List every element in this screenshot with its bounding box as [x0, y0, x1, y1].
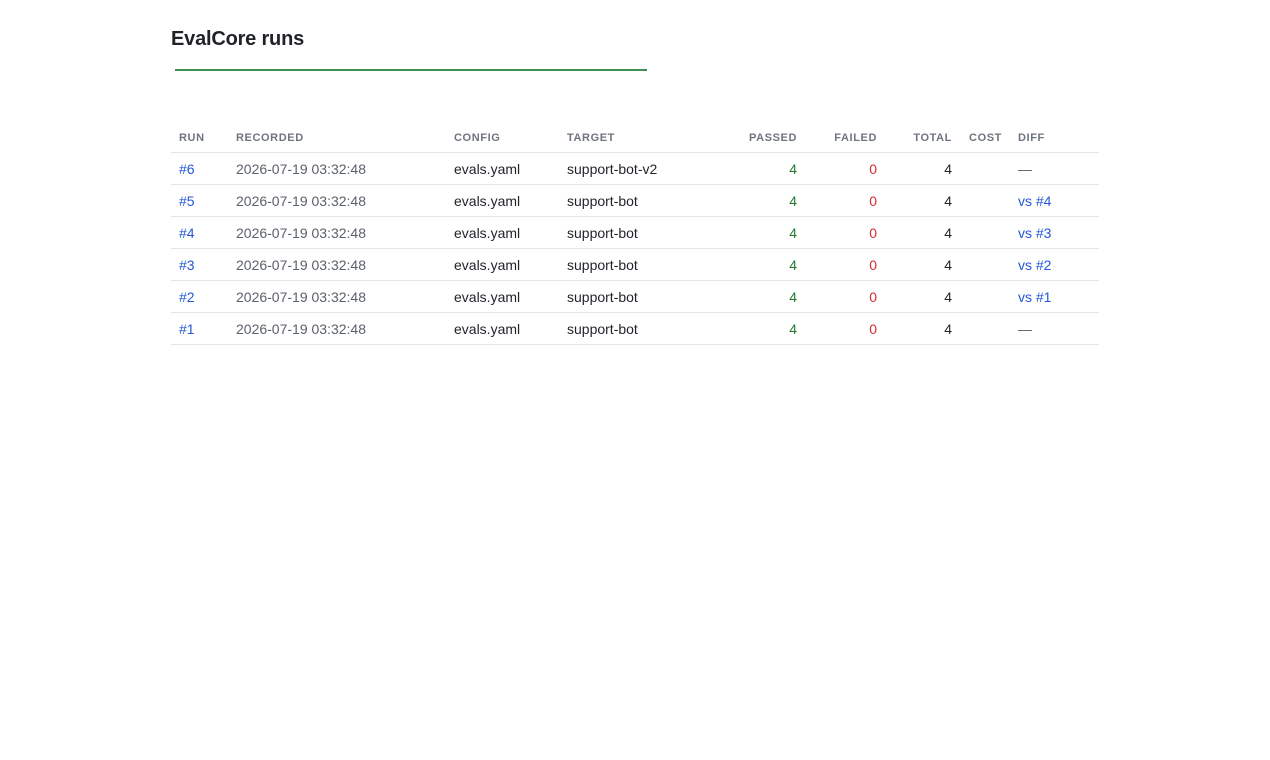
- config-cell: evals.yaml: [446, 152, 559, 185]
- total-cell: 4: [885, 152, 960, 185]
- table-row: #2 2026-07-19 03:32:48 evals.yaml support-b…: [171, 280, 1099, 313]
- total-cell: 4: [885, 184, 960, 217]
- target-cell: support-bot: [559, 216, 729, 249]
- run-link[interactable]: #1: [179, 321, 195, 337]
- failed-cell: 0: [805, 152, 885, 185]
- run-link[interactable]: #4: [179, 225, 195, 241]
- passed-cell: 4: [729, 184, 805, 217]
- total-cell: 4: [885, 248, 960, 281]
- table-row: #6 2026-07-19 03:32:48 evals.yaml support-b…: [171, 152, 1099, 185]
- run-cell: #1: [171, 312, 228, 345]
- table-header-row: RUN RECORDED CONFIG TARGET PASSED FAILED…: [171, 124, 1099, 153]
- column-header-target: TARGET: [559, 124, 729, 153]
- target-cell: support-bot: [559, 248, 729, 281]
- cost-cell: [960, 184, 1010, 217]
- column-header-recorded: RECORDED: [228, 124, 446, 153]
- cost-cell: [960, 216, 1010, 249]
- passed-cell: 4: [729, 152, 805, 185]
- diff-link[interactable]: vs #4: [1018, 193, 1051, 209]
- total-cell: 4: [885, 216, 960, 249]
- column-header-total: TOTAL: [885, 124, 960, 153]
- failed-cell: 0: [805, 312, 885, 345]
- runs-table-body: #6 2026-07-19 03:32:48 evals.yaml support-b…: [171, 152, 1099, 345]
- page-title: EvalCore runs: [171, 28, 305, 50]
- diff-empty: —: [1010, 312, 1099, 345]
- cost-cell: [960, 248, 1010, 281]
- total-cell: 4: [885, 280, 960, 313]
- recorded-cell: 2026-07-19 03:32:48: [228, 152, 446, 185]
- table-row: #3 2026-07-19 03:32:48 evals.yaml support-b…: [171, 248, 1099, 281]
- diff-empty: —: [1010, 152, 1099, 185]
- diff-cell: vs #4: [1010, 184, 1099, 217]
- target-cell: support-bot: [559, 184, 729, 217]
- recorded-cell: 2026-07-19 03:32:48: [228, 280, 446, 313]
- diff-cell: vs #2: [1010, 248, 1099, 281]
- table-row: #4 2026-07-19 03:32:48 evals.yaml support-b…: [171, 216, 1099, 249]
- recorded-cell: 2026-07-19 03:32:48: [228, 248, 446, 281]
- column-header-passed: PASSED: [729, 124, 805, 153]
- table-row: #5 2026-07-19 03:32:48 evals.yaml support-b…: [171, 184, 1099, 217]
- config-cell: evals.yaml: [446, 184, 559, 217]
- config-cell: evals.yaml: [446, 216, 559, 249]
- failed-cell: 0: [805, 216, 885, 249]
- runs-table: RUN RECORDED CONFIG TARGET PASSED FAILED…: [171, 124, 1099, 345]
- run-cell: #6: [171, 152, 228, 185]
- diff-cell: vs #1: [1010, 280, 1099, 313]
- failed-cell: 0: [805, 280, 885, 313]
- run-cell: #5: [171, 184, 228, 217]
- config-cell: evals.yaml: [446, 312, 559, 345]
- cost-cell: [960, 152, 1010, 185]
- column-header-config: CONFIG: [446, 124, 559, 153]
- title-underline: [175, 69, 647, 71]
- table-row: #1 2026-07-19 03:32:48 evals.yaml support-b…: [171, 312, 1099, 345]
- run-link[interactable]: #5: [179, 193, 195, 209]
- diff-link[interactable]: vs #3: [1018, 225, 1051, 241]
- cost-cell: [960, 312, 1010, 345]
- failed-cell: 0: [805, 248, 885, 281]
- run-cell: #3: [171, 248, 228, 281]
- run-cell: #2: [171, 280, 228, 313]
- diff-link[interactable]: vs #1: [1018, 289, 1051, 305]
- diff-link[interactable]: vs #2: [1018, 257, 1051, 273]
- column-header-failed: FAILED: [805, 124, 885, 153]
- recorded-cell: 2026-07-19 03:32:48: [228, 216, 446, 249]
- cost-cell: [960, 280, 1010, 313]
- run-cell: #4: [171, 216, 228, 249]
- total-cell: 4: [885, 312, 960, 345]
- target-cell: support-bot: [559, 280, 729, 313]
- passed-cell: 4: [729, 248, 805, 281]
- run-link[interactable]: #6: [179, 161, 195, 177]
- failed-cell: 0: [805, 184, 885, 217]
- recorded-cell: 2026-07-19 03:32:48: [228, 184, 446, 217]
- run-link[interactable]: #3: [179, 257, 195, 273]
- diff-cell: vs #3: [1010, 216, 1099, 249]
- run-link[interactable]: #2: [179, 289, 195, 305]
- config-cell: evals.yaml: [446, 248, 559, 281]
- config-cell: evals.yaml: [446, 280, 559, 313]
- column-header-cost: COST: [960, 124, 1010, 153]
- passed-cell: 4: [729, 280, 805, 313]
- column-header-diff: DIFF: [1010, 124, 1099, 153]
- recorded-cell: 2026-07-19 03:32:48: [228, 312, 446, 345]
- column-header-run: RUN: [171, 124, 228, 153]
- passed-cell: 4: [729, 216, 805, 249]
- passed-cell: 4: [729, 312, 805, 345]
- target-cell: support-bot: [559, 312, 729, 345]
- target-cell: support-bot-v2: [559, 152, 729, 185]
